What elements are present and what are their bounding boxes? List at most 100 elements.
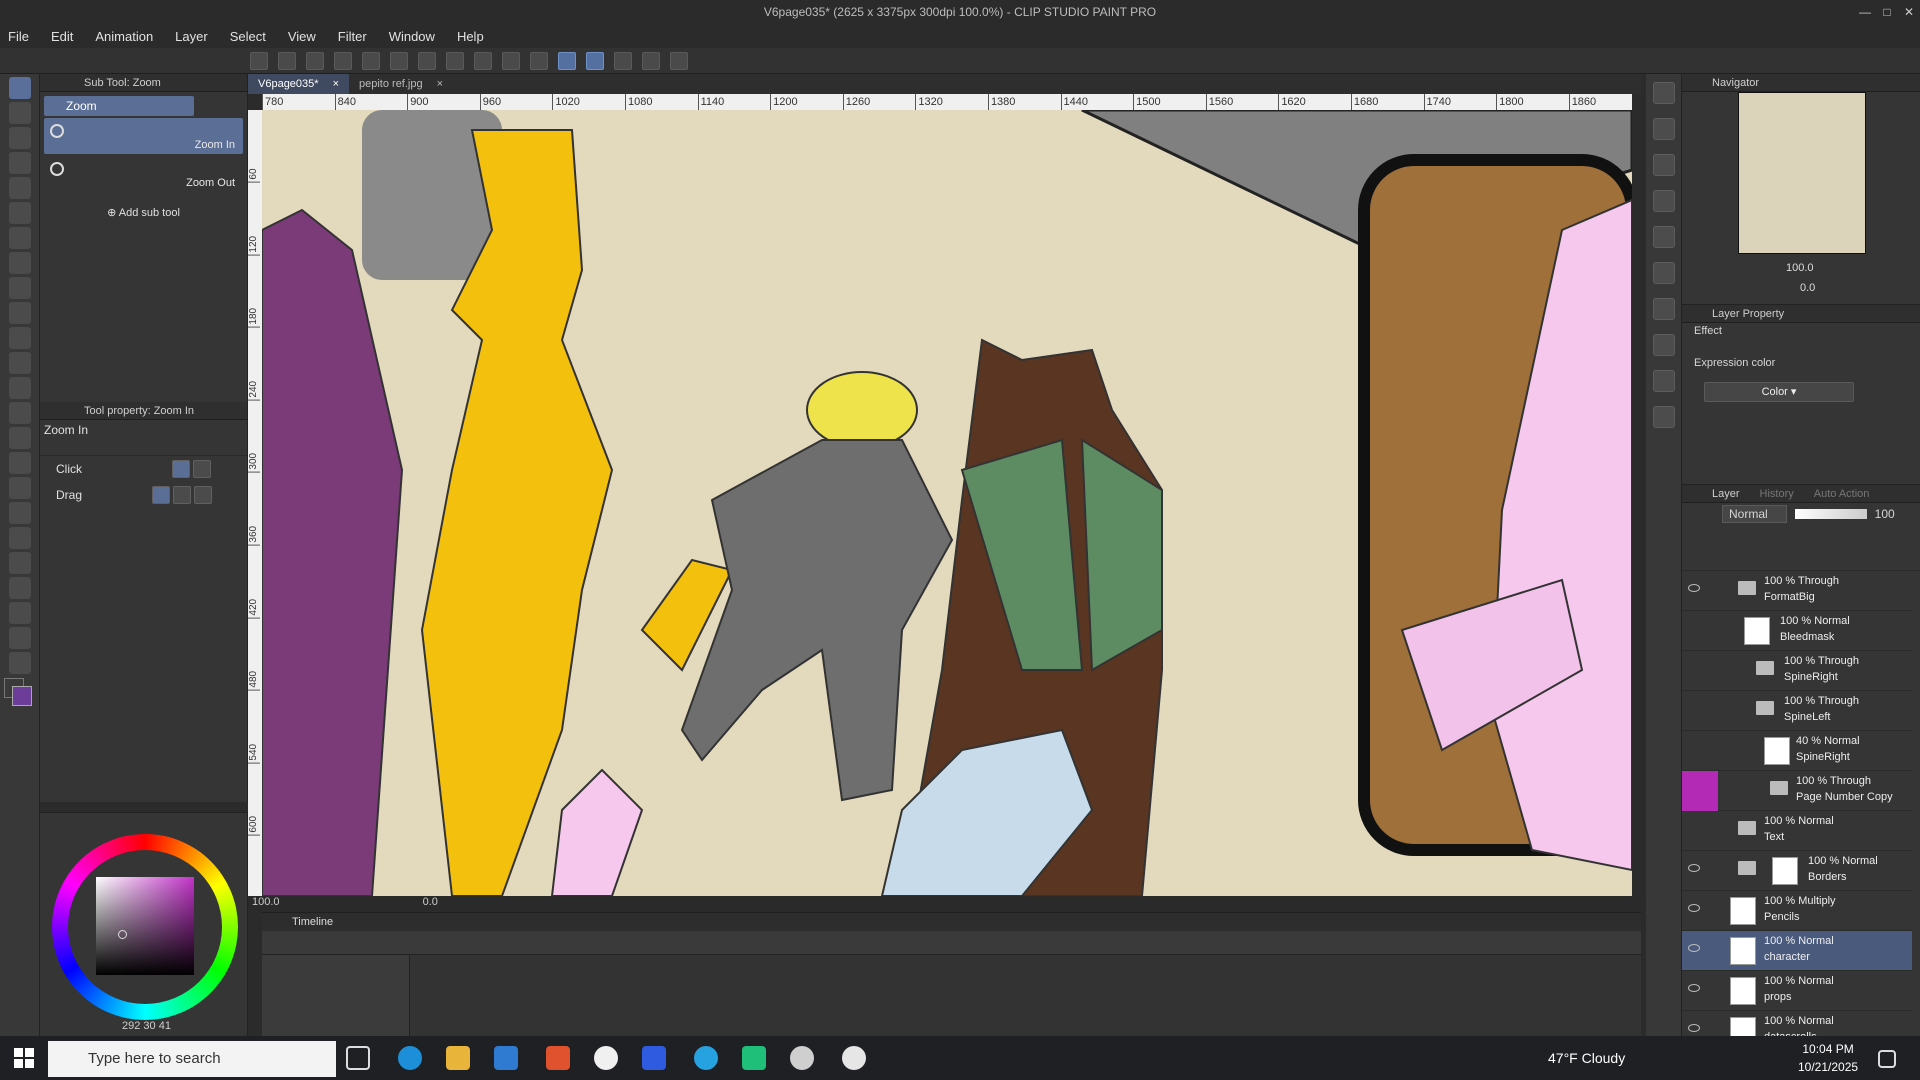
text-tool-icon[interactable]	[9, 577, 31, 599]
menu-help[interactable]: Help	[457, 29, 484, 44]
layer-row[interactable]: 100 % Normal Bleedmask	[1682, 611, 1912, 651]
color-swatches[interactable]	[4, 678, 32, 706]
close-tab-icon[interactable]: ×	[437, 74, 443, 94]
menu-filter[interactable]: Filter	[338, 29, 367, 44]
maximize-icon[interactable]: □	[1876, 0, 1898, 24]
balloon-tool-icon[interactable]	[9, 602, 31, 624]
subtool-zoom-in[interactable]: Zoom In	[44, 118, 243, 154]
visibility-icon[interactable]	[1688, 864, 1700, 872]
material-icon[interactable]	[1653, 190, 1675, 212]
saturation-value-square[interactable]	[96, 877, 194, 975]
layer-row[interactable]: 100 % Through FormatBig	[1682, 571, 1912, 611]
navigator-angle[interactable]: 0.0	[1800, 282, 1815, 298]
layer-row[interactable]: 100 % Normal props	[1682, 971, 1912, 1011]
material-icon[interactable]	[1653, 370, 1675, 392]
app-icon[interactable]	[742, 1046, 766, 1070]
subtool-group-zoom[interactable]: Zoom	[44, 96, 194, 116]
clip-studio-paint-icon[interactable]	[842, 1046, 866, 1070]
navigator-zoom[interactable]: 100.0	[1786, 262, 1814, 278]
material-icon[interactable]	[1653, 298, 1675, 320]
navigator-preview[interactable]	[1738, 92, 1866, 254]
close-tab-icon[interactable]: ×	[333, 74, 339, 94]
layer-row[interactable]: 40 % Normal SpineRight	[1682, 731, 1912, 771]
drag-rect-zoom-icon[interactable]	[173, 486, 191, 504]
close-icon[interactable]: ✕	[1898, 0, 1920, 24]
new-file-icon[interactable]	[278, 51, 296, 70]
layer-row[interactable]: 100 % Through SpineRight	[1682, 651, 1912, 691]
blend-tool-icon[interactable]	[9, 402, 31, 424]
selection-icon[interactable]	[530, 51, 548, 70]
open-file-icon[interactable]	[306, 51, 324, 70]
operation-tool-icon[interactable]	[9, 127, 31, 149]
canvas-zoom-value[interactable]: 100.0	[252, 896, 280, 908]
pattern-icon[interactable]	[9, 652, 31, 674]
correct-line-tool-icon[interactable]	[9, 627, 31, 649]
clock[interactable]: 10:04 PM 10/21/2025	[1798, 1040, 1858, 1076]
color-picker-cursor[interactable]	[118, 930, 127, 939]
material-icon[interactable]	[1653, 154, 1675, 176]
layer-row[interactable]: 100 % Multiply Pencils	[1682, 891, 1912, 931]
material-icon[interactable]	[1653, 118, 1675, 140]
visibility-icon[interactable]	[1688, 944, 1700, 952]
minimize-icon[interactable]: —	[1854, 0, 1876, 24]
menu-layer[interactable]: Layer	[175, 29, 208, 44]
redo-icon[interactable]	[390, 51, 408, 70]
snap-grid-icon[interactable]	[614, 51, 632, 70]
snap-ruler-icon[interactable]	[558, 51, 576, 70]
music-app-icon[interactable]	[594, 1046, 618, 1070]
drawing-canvas[interactable]	[262, 110, 1632, 896]
drag-mode-dropdown-icon[interactable]	[194, 486, 212, 504]
layer-row[interactable]: 100 % Normal Borders	[1682, 851, 1912, 891]
menu-edit[interactable]: Edit	[51, 29, 73, 44]
subtool-zoom-out[interactable]: Zoom Out	[44, 156, 243, 192]
selection-tool-icon[interactable]	[9, 177, 31, 199]
visibility-icon[interactable]	[1688, 1024, 1700, 1032]
tab-pepito-ref[interactable]: pepito ref.jpg ×	[349, 74, 453, 94]
store-icon[interactable]	[494, 1046, 518, 1070]
menu-animation[interactable]: Animation	[95, 29, 153, 44]
menu-view[interactable]: View	[288, 29, 316, 44]
telegram-icon[interactable]	[694, 1046, 718, 1070]
ruler-tool-icon[interactable]	[9, 552, 31, 574]
drag-zoom-icon[interactable]	[152, 486, 170, 504]
menu-file[interactable]: File	[8, 29, 29, 44]
transform-icon[interactable]	[474, 51, 492, 70]
fill-tool-icon[interactable]	[9, 452, 31, 474]
help-icon[interactable]	[670, 51, 688, 70]
edge-browser-icon[interactable]	[398, 1046, 422, 1070]
clip-studio-icon[interactable]	[250, 51, 268, 70]
eraser-tool-icon[interactable]	[9, 377, 31, 399]
loading-icon[interactable]	[418, 51, 436, 70]
menu-select[interactable]: Select	[230, 29, 266, 44]
eyedropper-tool-icon[interactable]	[9, 227, 31, 249]
visibility-icon[interactable]	[1688, 984, 1700, 992]
zoom-in-mode-icon[interactable]	[172, 460, 190, 478]
search-icon[interactable]	[1653, 82, 1675, 104]
decoration-tool-icon[interactable]	[9, 352, 31, 374]
tab-auto-action[interactable]: Auto Action	[1814, 485, 1870, 502]
visibility-icon[interactable]	[1688, 584, 1700, 592]
material-icon[interactable]	[1653, 334, 1675, 356]
canvas-rotate-value[interactable]: 0.0	[423, 896, 438, 908]
gradient-tool-icon[interactable]	[9, 427, 31, 449]
menu-window[interactable]: Window	[389, 29, 435, 44]
visibility-icon[interactable]	[1688, 904, 1700, 912]
timelapse-icon[interactable]	[642, 51, 660, 70]
airbrush-tool-icon[interactable]	[9, 327, 31, 349]
fill-icon[interactable]	[446, 51, 464, 70]
material-icon[interactable]	[1653, 406, 1675, 428]
layer-row[interactable]: 100 % Normal Text	[1682, 811, 1912, 851]
expression-color-select[interactable]: Color ▾	[1704, 382, 1854, 402]
app-icon[interactable]	[642, 1046, 666, 1070]
sub-color-swatch[interactable]	[12, 686, 32, 706]
weather-status[interactable]: 47°F Cloudy	[1548, 1036, 1625, 1080]
move-layer-tool-icon[interactable]	[9, 152, 31, 174]
windows-start-icon[interactable]	[14, 1048, 34, 1068]
clip-studio-icon[interactable]	[790, 1046, 814, 1070]
pencil-tool-icon[interactable]	[9, 277, 31, 299]
gradient-map-icon[interactable]	[9, 477, 31, 499]
file-explorer-icon[interactable]	[446, 1046, 470, 1070]
opacity-value[interactable]: 100	[1875, 507, 1895, 521]
layer-row[interactable]: 100 % Through SpineLeft	[1682, 691, 1912, 731]
material-icon[interactable]	[1653, 226, 1675, 248]
